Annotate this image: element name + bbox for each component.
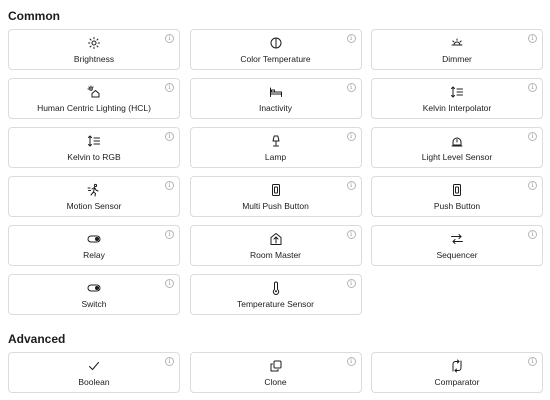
bed-icon — [269, 85, 283, 99]
toggle-icon — [87, 232, 101, 246]
node-label: Relay — [83, 249, 105, 260]
common-nodes-grid: Brightness i Color Temperature i Dimmer i Huma… — [8, 29, 543, 315]
comparator-icon — [450, 359, 464, 373]
node-card-kelvin-to-rgb[interactable]: Kelvin to RGB i — [8, 127, 180, 168]
info-icon[interactable]: i — [528, 181, 537, 190]
node-card-comparator[interactable]: Comparator i — [371, 352, 543, 393]
sort-arrows-icon — [450, 85, 464, 99]
info-icon[interactable]: i — [346, 83, 356, 92]
node-label: Motion Sensor — [66, 200, 122, 211]
info-icon[interactable]: i — [528, 132, 537, 141]
node-label: Push Button — [433, 200, 481, 211]
node-card-room-master[interactable]: Room Master i — [189, 225, 362, 266]
node-card-kelvin-interpolator[interactable]: Kelvin Interpolator i — [371, 78, 543, 119]
node-card-temperature-sensor[interactable]: Temperature Sensor i — [189, 274, 362, 315]
sun-icon — [87, 36, 101, 50]
node-label: Boolean — [78, 376, 110, 387]
node-label: Room Master — [249, 249, 301, 260]
node-label: Kelvin to RGB — [67, 151, 121, 162]
node-card-clone[interactable]: Clone i — [189, 352, 362, 393]
info-icon[interactable]: i — [528, 230, 537, 239]
node-card-human-centric-lighting[interactable]: Human Centric Lighting (HCL) i — [8, 78, 180, 119]
checkmark-icon — [87, 359, 101, 373]
room-master-icon — [269, 232, 283, 246]
info-icon[interactable]: i — [346, 279, 356, 288]
node-card-inactivity[interactable]: Inactivity i — [189, 78, 362, 119]
node-label: Kelvin Interpolator — [422, 102, 492, 113]
node-label: Sequencer — [436, 249, 478, 260]
push-button-icon — [450, 183, 464, 197]
sort-arrows-icon — [87, 134, 101, 148]
node-card-relay[interactable]: Relay i — [8, 225, 180, 266]
info-icon[interactable]: i — [165, 132, 174, 141]
thermometer-icon — [269, 281, 283, 295]
advanced-nodes-grid: Boolean i Clone i Comparator i — [8, 352, 543, 393]
node-card-dimmer[interactable]: Dimmer i — [371, 29, 543, 70]
node-label: Lamp — [264, 151, 287, 162]
node-label: Multi Push Button — [242, 200, 309, 211]
info-icon[interactable]: i — [165, 181, 174, 190]
info-icon[interactable]: i — [346, 34, 356, 43]
info-icon[interactable]: i — [165, 230, 174, 239]
toggle-icon — [87, 281, 101, 295]
node-card-switch[interactable]: Switch i — [8, 274, 180, 315]
node-card-sequencer[interactable]: Sequencer i — [371, 225, 543, 266]
node-label: Human Centric Lighting (HCL) — [37, 102, 151, 113]
node-label: Dimmer — [442, 53, 472, 64]
info-icon[interactable]: i — [165, 357, 174, 366]
node-label: Temperature Sensor — [236, 298, 314, 309]
node-card-motion-sensor[interactable]: Motion Sensor i — [8, 176, 180, 217]
node-label: Switch — [81, 298, 107, 309]
info-icon[interactable]: i — [165, 279, 174, 288]
light-sensor-icon — [450, 134, 464, 148]
info-icon[interactable]: i — [346, 357, 356, 366]
node-label: Clone — [264, 376, 287, 387]
node-card-push-button[interactable]: Push Button i — [371, 176, 543, 217]
running-person-icon — [87, 183, 101, 197]
info-icon[interactable]: i — [346, 181, 356, 190]
push-button-icon — [269, 183, 283, 197]
section-title-common: Common — [8, 9, 60, 23]
node-card-light-level-sensor[interactable]: Light Level Sensor i — [371, 127, 543, 168]
node-card-boolean[interactable]: Boolean i — [8, 352, 180, 393]
node-label: Brightness — [73, 53, 115, 64]
node-card-multi-push-button[interactable]: Multi Push Button i — [189, 176, 362, 217]
sequencer-icon — [450, 232, 464, 246]
section-title-advanced: Advanced — [8, 332, 66, 346]
info-icon[interactable]: i — [346, 132, 356, 141]
info-icon[interactable]: i — [165, 83, 174, 92]
node-label: Color Temperature — [240, 53, 311, 64]
half-circle-icon — [269, 36, 283, 50]
info-icon[interactable]: i — [528, 83, 537, 92]
info-icon[interactable]: i — [528, 357, 537, 366]
clone-icon — [269, 359, 283, 373]
info-icon[interactable]: i — [346, 230, 356, 239]
lamp-icon — [269, 134, 283, 148]
node-card-color-temperature[interactable]: Color Temperature i — [189, 29, 362, 70]
node-label: Inactivity — [258, 102, 293, 113]
node-label: Light Level Sensor — [421, 151, 493, 162]
info-icon[interactable]: i — [528, 34, 537, 43]
node-card-brightness[interactable]: Brightness i — [8, 29, 180, 70]
home-sun-icon — [87, 85, 101, 99]
node-card-lamp[interactable]: Lamp i — [189, 127, 362, 168]
info-icon[interactable]: i — [165, 34, 174, 43]
node-label: Comparator — [434, 376, 480, 387]
dimmer-sun-icon — [450, 36, 464, 50]
